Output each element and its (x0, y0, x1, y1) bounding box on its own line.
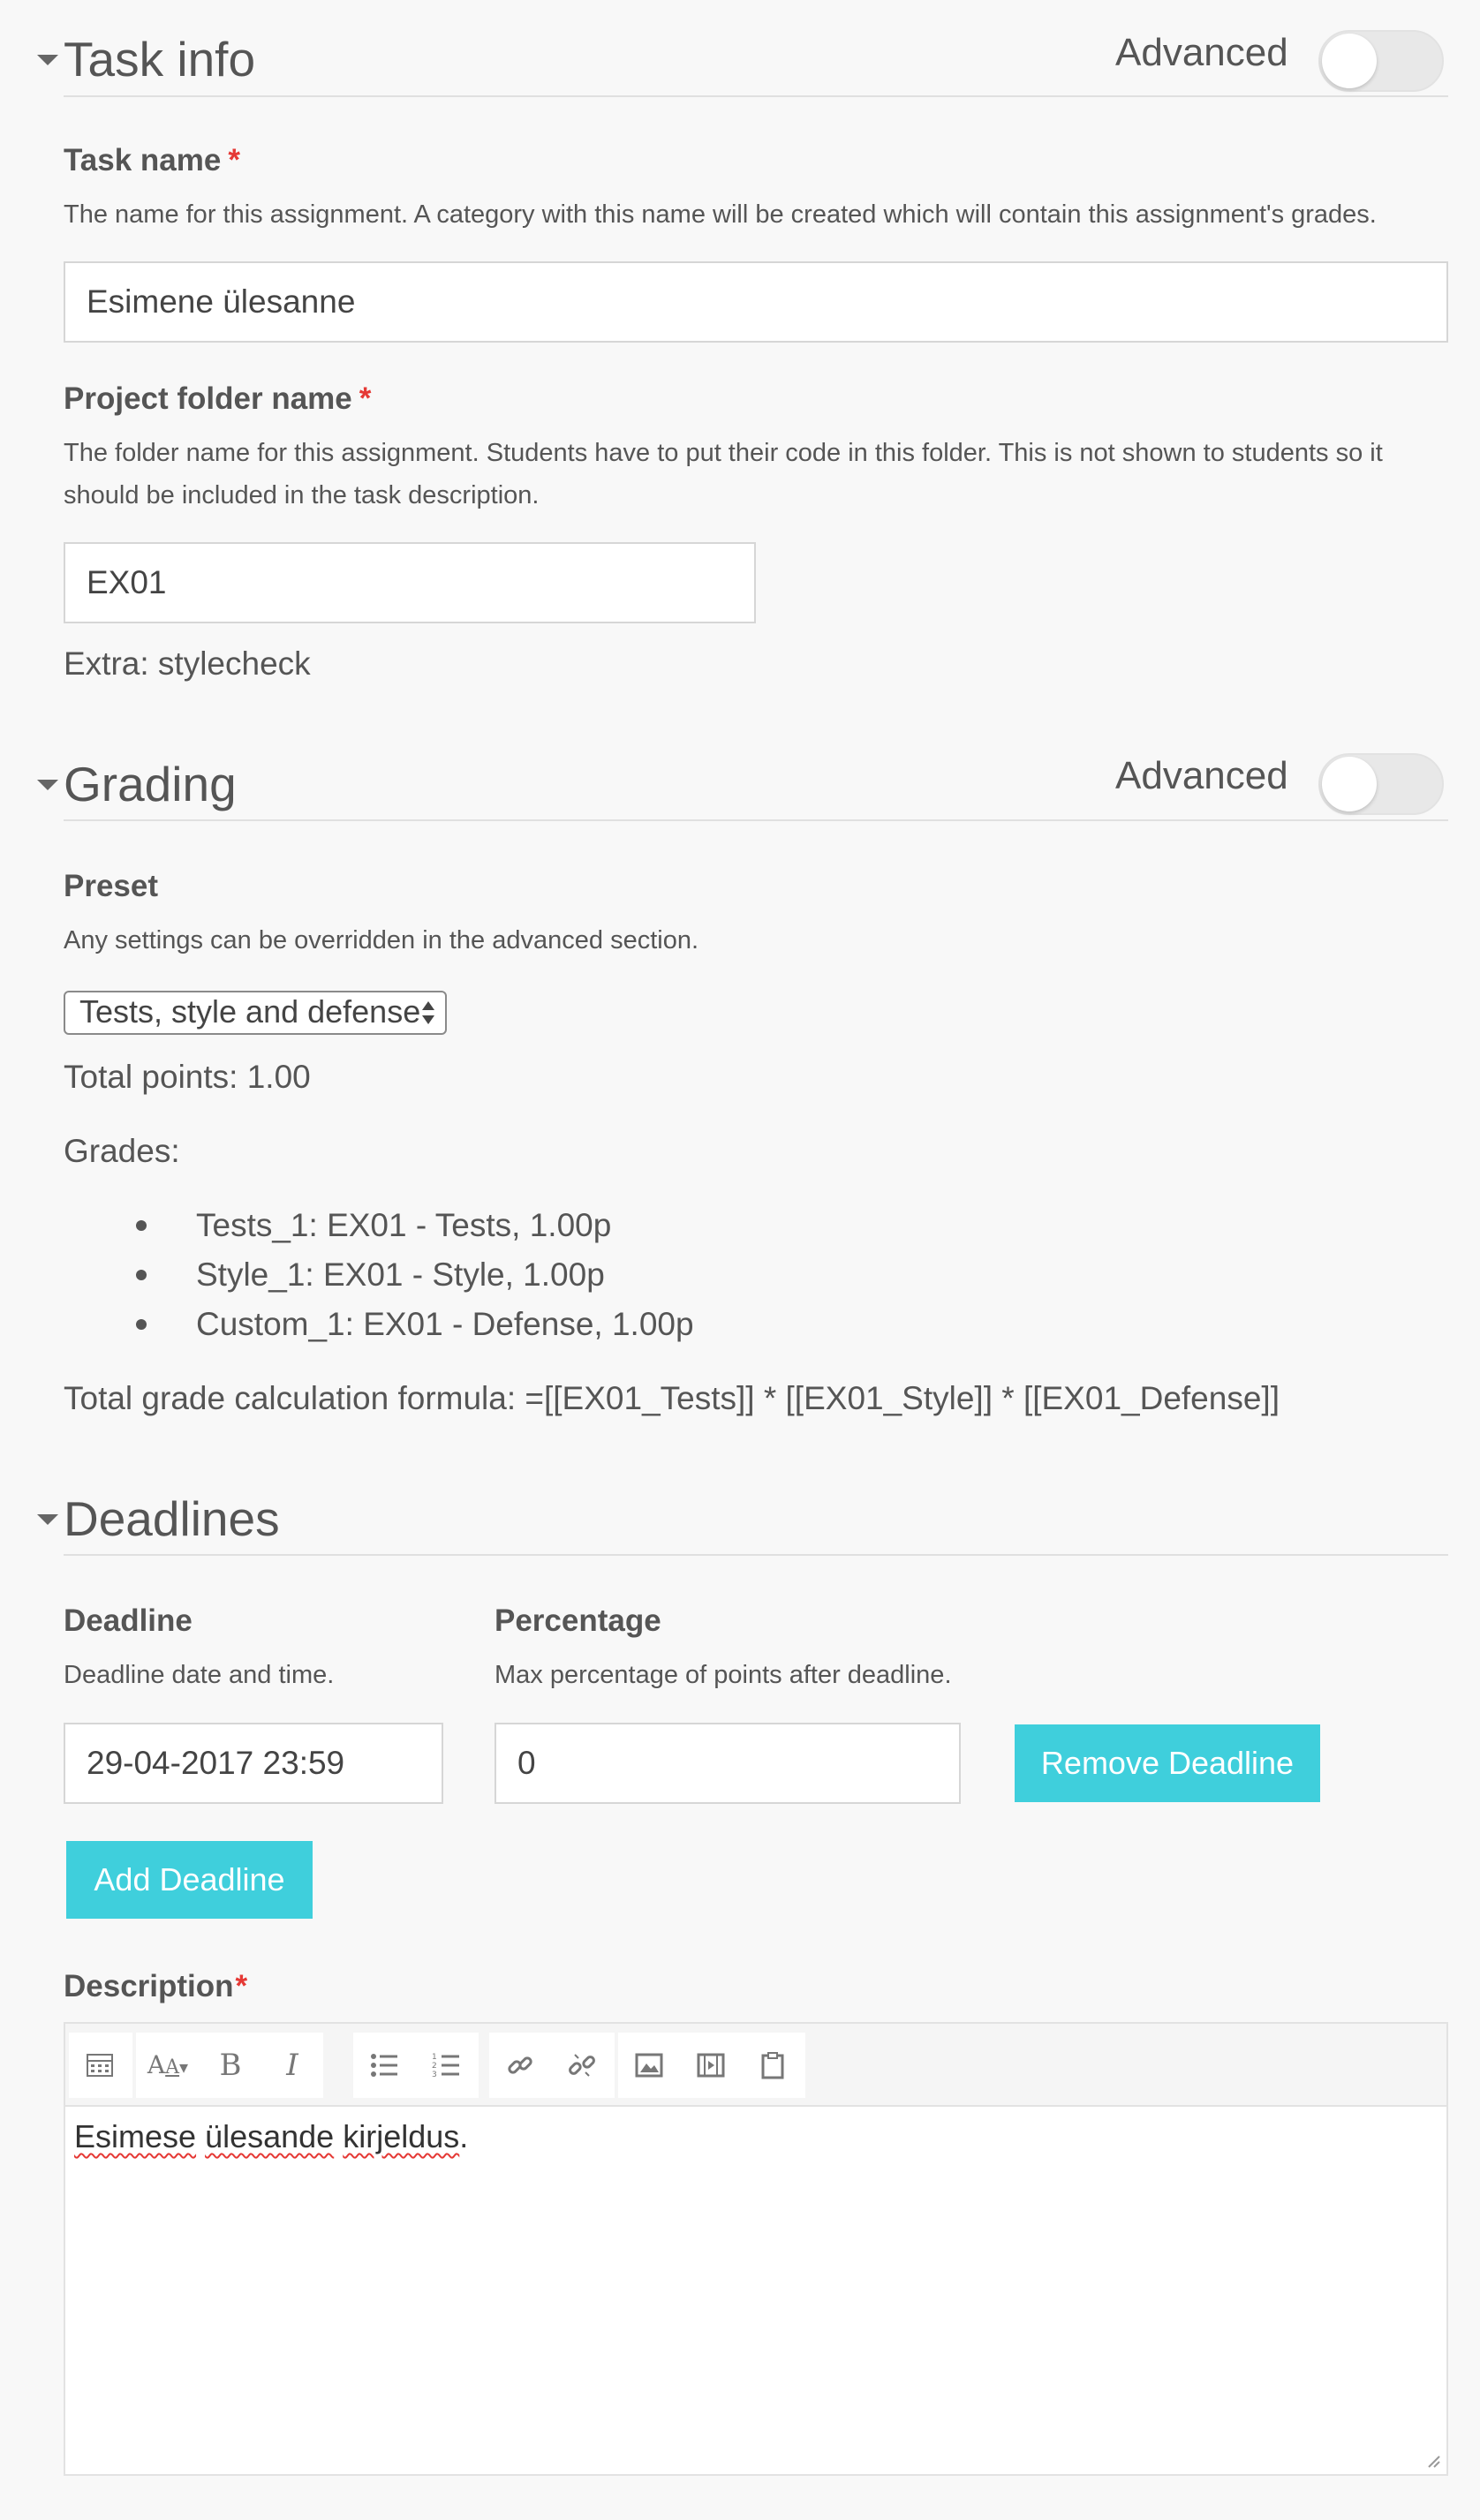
svg-text:1: 1 (432, 2053, 437, 2062)
percentage-help: Max percentage of points after deadline. (495, 1661, 952, 1689)
toolbar-group: 1 2 3 (353, 2033, 479, 2098)
deadline-help: Deadline date and time. (64, 1661, 335, 1689)
task-name-input[interactable]: Esimene ülesanne (64, 261, 1448, 343)
folder-help-line2: should be included in the task descripti… (64, 481, 540, 509)
unlink-icon[interactable] (551, 2033, 613, 2098)
advanced-toggle[interactable] (1318, 30, 1444, 92)
svg-text:3: 3 (432, 2071, 437, 2079)
task-name-label: Task name * (64, 143, 240, 177)
misspelled-word: kirjeldus (343, 2118, 460, 2154)
image-icon[interactable] (618, 2033, 680, 2098)
percentage-input[interactable]: 0 (495, 1723, 961, 1804)
paste-icon[interactable] (742, 2033, 804, 2098)
bullet-icon (136, 1319, 147, 1330)
grade-list-item: Tests_1: EX01 - Tests, 1.00p (196, 1207, 612, 1243)
divider (64, 95, 1448, 97)
numbered-list-icon[interactable]: 1 2 3 (415, 2033, 477, 2098)
required-marker: * (228, 143, 240, 177)
toolbar-group (69, 2033, 132, 2098)
section-title-deadlines[interactable]: Deadlines (64, 1488, 280, 1550)
grade-list-item: Custom_1: EX01 - Defense, 1.00p (196, 1306, 694, 1342)
media-icon[interactable] (680, 2033, 742, 2098)
editor-period: . (459, 2118, 469, 2154)
editor-content[interactable]: Esimese ülesande kirjeldus. (74, 2116, 468, 2158)
section-title-grading[interactable]: Grading (64, 753, 237, 815)
toolbar-group: AA▾ B I (136, 2033, 323, 2098)
description-editor[interactable]: Esimese ülesande kirjeldus. (64, 2105, 1448, 2476)
italic-icon[interactable]: I (261, 2033, 323, 2098)
toggle-knob (1322, 34, 1377, 88)
grades-label: Grades: (64, 1133, 180, 1169)
svg-text:2: 2 (432, 2062, 437, 2071)
bullet-icon (136, 1270, 147, 1280)
bullet-icon (136, 1220, 147, 1231)
total-points: Total points: 1.00 (64, 1059, 311, 1095)
link-icon[interactable] (489, 2033, 551, 2098)
formula-text: Total grade calculation formula: =[[EX01… (64, 1380, 1280, 1416)
percentage-label: Percentage (495, 1603, 661, 1638)
section-title-task-info[interactable]: Task info (64, 28, 255, 90)
grade-list-item: Style_1: EX01 - Style, 1.00p (196, 1256, 605, 1293)
toggle-knob (1322, 757, 1377, 811)
advanced-label: Advanced (1115, 754, 1288, 797)
collapse-caret-icon[interactable] (37, 780, 58, 790)
deadline-label: Deadline (64, 1603, 193, 1638)
folder-name-label: Project folder name * (64, 381, 372, 416)
select-arrows-icon (422, 1001, 434, 1024)
folder-name-input[interactable]: EX01 (64, 542, 756, 623)
deadline-input[interactable]: 29-04-2017 23:59 (64, 1723, 443, 1804)
advanced-toggle[interactable] (1318, 753, 1444, 815)
collapse-caret-icon[interactable] (37, 1514, 58, 1525)
folder-help-line1: The folder name for this assignment. Stu… (64, 439, 1383, 467)
preset-select[interactable]: Tests, style and defense (64, 991, 447, 1035)
preset-label: Preset (64, 869, 159, 903)
divider (64, 819, 1448, 821)
toolbar-group (618, 2033, 805, 2098)
advanced-label: Advanced (1115, 31, 1288, 74)
toggle-toolbar-icon[interactable] (69, 2033, 131, 2098)
misspelled-word: Esimese (74, 2118, 197, 2154)
required-marker: * (359, 381, 372, 416)
description-label: Description* (64, 1969, 248, 2003)
remove-deadline-button[interactable]: Remove Deadline (1015, 1724, 1320, 1802)
bullet-list-icon[interactable] (353, 2033, 415, 2098)
preset-help: Any settings can be overridden in the ad… (64, 926, 699, 954)
extra-text: Extra: stylecheck (64, 645, 311, 682)
resize-grip-icon[interactable] (1425, 2453, 1441, 2469)
bold-icon[interactable]: B (200, 2033, 261, 2098)
divider (64, 1554, 1448, 1556)
toolbar-group (489, 2033, 615, 2098)
required-marker: * (235, 1969, 248, 2003)
editor-toolbar: AA▾ B I 1 2 3 (64, 2022, 1448, 2107)
task-name-help: The name for this assignment. A category… (64, 200, 1377, 229)
misspelled-word: ülesande (205, 2118, 335, 2154)
collapse-caret-icon[interactable] (37, 55, 58, 65)
font-style-icon[interactable]: AA▾ (136, 2033, 200, 2098)
add-deadline-button[interactable]: Add Deadline (66, 1841, 313, 1919)
